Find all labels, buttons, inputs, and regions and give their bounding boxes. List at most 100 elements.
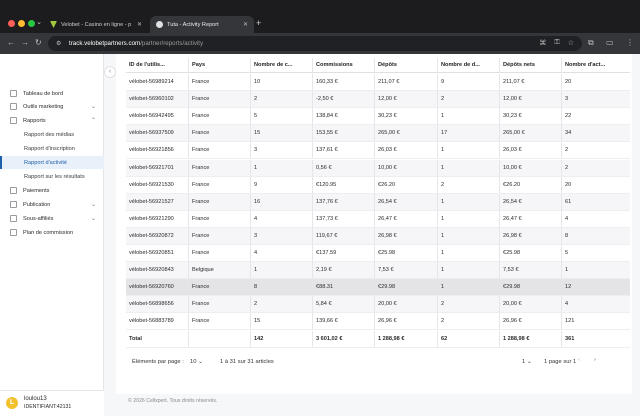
sidebar-item-label: Rapport sur les résultats	[24, 173, 85, 180]
table-row[interactable]: vélobet-56921530 France 9 €120.95 €26.20 2 €26…	[126, 176, 630, 194]
browser-tab-activity-report[interactable]: Tuta - Activity Report ✕	[150, 16, 254, 33]
column-header[interactable]: Pays	[188, 58, 250, 72]
table-cell: 1	[437, 159, 499, 176]
chevron-down-icon: ⌄	[90, 104, 96, 110]
close-window-button[interactable]	[8, 20, 15, 27]
table-cell: 30,23 €	[499, 108, 561, 125]
table-cell: France	[188, 91, 250, 108]
column-header[interactable]: Dépôts nets	[499, 58, 561, 72]
tab-title: Velobet - Casino en ligne - p	[61, 21, 132, 28]
browser-tab-velobet[interactable]: Velobet - Casino en ligne - p ✕	[44, 16, 148, 33]
table-cell: vélobet-56921290	[129, 215, 174, 222]
commission-plan-icon	[10, 229, 17, 236]
sidebar-item-dashboard[interactable]: Tableau de bord	[0, 87, 104, 100]
table-row[interactable]: vélobet-56920760 France 8 €88.31 €29.98 1 €29.…	[126, 279, 630, 297]
table-row[interactable]: vélobet-56920851 France 4 €137.59 €25.98 1 €25…	[126, 245, 630, 263]
total-cell: 3 601,02 €	[312, 330, 374, 347]
table-cell: 1	[437, 108, 499, 125]
table-cell: France	[188, 210, 250, 227]
column-header[interactable]: Dépôts	[374, 58, 437, 72]
report-panel: ID de l'utilis... Pays Nombre de c... Co…	[116, 54, 632, 394]
table-row[interactable]: vélobet-56898656 France 2 5,84 €20,00 €2 20,…	[126, 296, 630, 314]
back-arrow-icon[interactable]: ←	[7, 38, 15, 48]
sidebar-item-reports[interactable]: Rapports ⌃	[0, 114, 104, 127]
table-cell: 26,98 €	[499, 227, 561, 244]
table-cell: €29.98	[374, 279, 437, 296]
sidebar-item-registration-report[interactable]: Rapport d'inscription	[0, 142, 104, 155]
table-cell: 2	[250, 296, 312, 313]
new-tab-plus-icon[interactable]: +	[256, 18, 261, 28]
table-cell: 26,47 €	[499, 210, 561, 227]
collapse-sidebar-chevron-icon[interactable]: ‹	[104, 66, 116, 78]
table-cell: vélobet-56898656	[129, 301, 174, 308]
table-row[interactable]: vélobet-56921701 France 1 0,56 €10,00 €1 10,…	[126, 159, 630, 177]
items-per-page-select[interactable]: 10 ⌄	[190, 357, 210, 368]
table-row[interactable]: vélobet-56920872 France 3 119,67 €26,98 €1 2…	[126, 227, 630, 245]
address-bar[interactable]: ⚙ track.velobetpartners.com/partner/repo…	[48, 36, 582, 51]
extensions-icon[interactable]: ⧉	[588, 38, 594, 48]
reload-icon[interactable]: ↻	[35, 38, 42, 48]
forward-arrow-icon[interactable]: →	[21, 38, 29, 48]
table-row[interactable]: vélobet-56942495 France 5 138,84 €30,23 €1 3…	[126, 108, 630, 126]
table-row[interactable]: vélobet-56937509 France 15 153,55 €265,00 €…	[126, 125, 630, 143]
sidebar-item-label: Rapports	[23, 117, 46, 124]
sidebar-item-publication[interactable]: Publication ⌄	[0, 198, 104, 211]
column-header[interactable]: ID de l'utilis...	[126, 58, 188, 72]
table-cell: €25.98	[374, 245, 437, 262]
sidebar-item-media-report[interactable]: Rapport des médias	[0, 128, 104, 141]
table-cell: vélobet-56920872	[129, 232, 174, 239]
sidebar-item-marketing-tools[interactable]: Outils marketing ⌄	[0, 100, 104, 113]
next-page-icon[interactable]: ›	[594, 357, 596, 363]
page-select[interactable]: 1 ⌄	[522, 357, 538, 368]
sidebar-item-sub-affiliates[interactable]: Sous-affiliés ⌄	[0, 212, 104, 225]
table-cell: 1	[437, 245, 499, 262]
column-header[interactable]: Nombre de c...	[250, 58, 312, 72]
table-cell: vélobet-56960102	[129, 96, 174, 103]
table-cell: 7,53 €	[374, 262, 437, 279]
table-cell: 211,07 €	[499, 74, 561, 91]
sidebar-item-payments[interactable]: Paiements	[0, 184, 104, 197]
table-cell: France	[188, 142, 250, 159]
table-cell: €88.31	[312, 279, 374, 296]
sidebar-toggle-icon[interactable]: ▭	[606, 38, 614, 47]
table-row[interactable]: vélobet-56920843 Belgique 1 2,19 €7,53 €1 7,…	[126, 262, 630, 280]
table-cell: 4	[250, 210, 312, 227]
column-header[interactable]: Nombre d'act...	[561, 58, 630, 72]
table-cell: France	[188, 125, 250, 142]
site-info-icon[interactable]: ⚙	[56, 40, 64, 48]
table-row[interactable]: vélobet-56921527 France 16 137,76 €26,54 €1…	[126, 193, 630, 211]
table-cell: 12,00 €	[499, 91, 561, 108]
table-cell: 5	[561, 245, 630, 262]
menu-dots-icon[interactable]: ⋮	[626, 38, 634, 47]
table-row[interactable]: vélobet-56921290 France 4 137,73 €26,47 €1 2…	[126, 210, 630, 228]
column-header[interactable]: Nombre de d...	[437, 58, 499, 72]
page-footer: © 2026 Cellxpert. Tous droits réservés.	[128, 398, 218, 404]
previous-page-icon[interactable]: ‹	[578, 357, 580, 363]
table-row[interactable]: vélobet-56921856 France 3 137,61 €26,03 €1 2…	[126, 142, 630, 160]
table-cell: 15	[250, 313, 312, 330]
bookmark-star-icon[interactable]: ☆	[568, 39, 574, 47]
table-row[interactable]: vélobet-56989214 France 10 160,33 €211,07 €…	[126, 74, 630, 92]
table-cell: 4	[561, 210, 630, 227]
table-row[interactable]: vélobet-56883789 France 15 139,66 €26,96 €2…	[126, 313, 630, 331]
table-cell: 61	[561, 193, 630, 210]
close-tab-icon[interactable]: ✕	[243, 21, 248, 28]
table-cell: France	[188, 296, 250, 313]
table-cell: vélobet-56942495	[129, 113, 174, 120]
minimize-window-button[interactable]	[18, 20, 25, 27]
table-cell: vélobet-56920851	[129, 250, 174, 256]
sidebar-item-activity-report[interactable]: Rapport d'activité	[0, 156, 104, 169]
user-id: IDENTIFIANT:42131	[24, 404, 72, 410]
sidebar-item-label: Tableau de bord	[23, 90, 64, 97]
column-header[interactable]: Commissions	[312, 58, 374, 72]
translate-icon[interactable]: ⌘	[539, 39, 546, 47]
user-profile[interactable]: L loulou13 IDENTIFIANT:42131	[0, 390, 104, 416]
table-cell: 2	[437, 296, 499, 313]
key-icon[interactable]: ⚿	[554, 39, 559, 47]
page-of-text: 1 page sur 1	[544, 359, 577, 365]
close-tab-icon[interactable]: ✕	[137, 21, 142, 28]
table-row[interactable]: vélobet-56960102 France 2 -2,50 €12,00 €2 12…	[126, 91, 630, 109]
tab-search-icon[interactable]: ⌄	[34, 18, 44, 28]
sidebar-item-results-report[interactable]: Rapport sur les résultats	[0, 170, 104, 183]
sidebar-item-commission-plan[interactable]: Plan de commission	[0, 226, 104, 239]
